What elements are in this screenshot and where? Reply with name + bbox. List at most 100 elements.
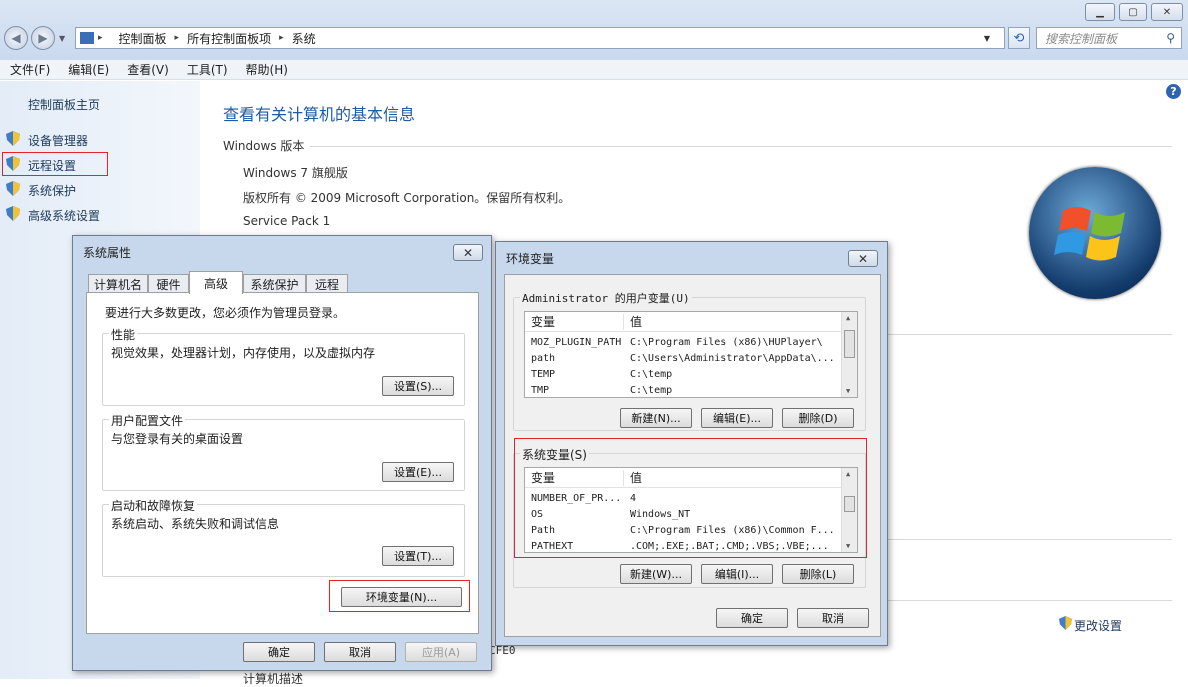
system-properties-dialog: 系统属性 ✕ 计算机名 硬件 高级 系统保护 远程 要进行大多数更改，您必须作为…	[72, 235, 492, 671]
shield-icon	[6, 181, 20, 196]
tab-remote[interactable]: 远程	[306, 274, 348, 293]
menu-tools[interactable]: 工具(T)	[177, 61, 236, 78]
shield-icon	[1059, 616, 1072, 630]
change-settings-link[interactable]: 更改设置	[1074, 617, 1122, 634]
forward-arrow-icon: ▶	[38, 31, 48, 45]
help-icon[interactable]: ?	[1166, 84, 1181, 99]
close-button[interactable]: ✕	[848, 250, 878, 267]
cancel-button[interactable]: 取消	[324, 642, 396, 662]
address-bar[interactable]: ▸ 控制面板 ▸ 所有控制面板项 ▸ 系统 ▼	[75, 27, 1005, 49]
refresh-button[interactable]: ⟲	[1008, 27, 1030, 49]
user-edit-button[interactable]: 编辑(E)...	[701, 408, 773, 428]
var-value: C:\Program Files (x86)\HUPlayer\	[630, 336, 823, 348]
maximize-button[interactable]: ▢	[1119, 3, 1147, 21]
control-panel-icon	[80, 32, 94, 44]
nav-system-protection[interactable]: 系统保护	[28, 182, 76, 199]
menu-bar: 文件(F) 编辑(E) 查看(V) 工具(T) 帮助(H)	[0, 60, 1188, 80]
var-value: C:\Users\Administrator\AppData\...	[630, 352, 835, 364]
highlight-box	[2, 152, 108, 176]
breadcrumb-separator-icon: ▸	[174, 33, 180, 43]
menu-help[interactable]: 帮助(H)	[236, 61, 296, 78]
back-arrow-icon: ◀	[11, 31, 21, 45]
service-pack: Service Pack 1	[243, 214, 331, 228]
nav-device-manager[interactable]: 设备管理器	[28, 132, 88, 149]
env-panel: Administrator 的用户变量(U) 变量 值 MOZ_PLUGIN_P…	[504, 274, 881, 637]
startup-settings-button[interactable]: 设置(T)...	[382, 546, 454, 566]
divider	[888, 539, 1172, 540]
scroll-thumb[interactable]	[844, 330, 855, 358]
startup-recovery-group: 启动和故障恢复 系统启动、系统失败和调试信息 设置(T)...	[102, 497, 465, 577]
close-icon: ✕	[462, 245, 474, 260]
tab-system-protection[interactable]: 系统保护	[243, 274, 306, 293]
column-value[interactable]: 值	[630, 313, 642, 330]
divider	[888, 334, 1172, 335]
scrollbar[interactable]: ▲ ▼	[841, 312, 857, 397]
breadcrumb-all-items[interactable]: 所有控制面板项	[187, 30, 271, 47]
list-row[interactable]: path C:\Users\Administrator\AppData\...	[525, 350, 843, 366]
group-title: Administrator 的用户变量(U)	[520, 290, 692, 306]
admin-note: 要进行大多数更改，您必须作为管理员登录。	[105, 306, 346, 320]
close-window-button[interactable]: ✕	[1151, 3, 1183, 21]
list-row[interactable]: MOZ_PLUGIN_PATH C:\Program Files (x86)\HU…	[525, 334, 843, 350]
system-new-button[interactable]: 新建(W)...	[620, 564, 692, 584]
search-placeholder: 搜索控制面板	[1045, 31, 1118, 46]
system-edit-button[interactable]: 编辑(I)...	[701, 564, 773, 584]
var-value: C:\temp	[630, 368, 673, 380]
apply-button[interactable]: 应用(A)	[405, 642, 477, 662]
menu-edit[interactable]: 编辑(E)	[58, 61, 117, 78]
breadcrumb-control-panel[interactable]: 控制面板	[119, 30, 167, 47]
highlight-box	[514, 438, 867, 558]
user-delete-button[interactable]: 删除(D)	[782, 408, 854, 428]
var-name: MOZ_PLUGIN_PATH	[531, 336, 622, 348]
ok-button[interactable]: 确定	[716, 608, 788, 628]
address-dropdown-icon[interactable]: ▼	[984, 34, 990, 43]
list-row[interactable]: TMP C:\temp	[525, 382, 843, 397]
group-desc: 视觉效果，处理器计划，内存使用，以及虚拟内存	[111, 346, 376, 360]
breadcrumb-system[interactable]: 系统	[292, 30, 316, 47]
var-value: C:\temp	[630, 384, 673, 396]
close-button[interactable]: ✕	[453, 244, 483, 261]
forward-button[interactable]: ▶	[31, 26, 55, 50]
menu-file[interactable]: 文件(F)	[0, 61, 58, 78]
nav-control-panel-home[interactable]: 控制面板主页	[28, 96, 100, 113]
user-variables-group: Administrator 的用户变量(U) 变量 值 MOZ_PLUGIN_P…	[513, 290, 866, 431]
environment-variables-dialog: 环境变量 ✕ Administrator 的用户变量(U) 变量 值 MOZ_P…	[495, 241, 888, 646]
group-desc: 系统启动、系统失败和调试信息	[111, 517, 280, 531]
list-header: 变量 值	[525, 312, 857, 332]
profile-settings-button[interactable]: 设置(E)...	[382, 462, 454, 482]
scroll-up-icon[interactable]: ▲	[846, 314, 850, 322]
menu-view[interactable]: 查看(V)	[117, 61, 177, 78]
breadcrumb-separator-icon: ▸	[279, 33, 284, 43]
search-icon[interactable]: ⚲	[1166, 31, 1175, 45]
dialog-title: 环境变量	[506, 252, 555, 266]
user-new-button[interactable]: 新建(N)...	[620, 408, 692, 428]
group-title: 用户配置文件	[109, 412, 186, 429]
back-button[interactable]: ◀	[4, 26, 28, 50]
tab-hardware[interactable]: 硬件	[148, 274, 189, 293]
search-input[interactable]: 搜索控制面板 ⚲	[1036, 27, 1182, 49]
tab-computer-name[interactable]: 计算机名	[88, 274, 148, 293]
nav-advanced-system-settings[interactable]: 高级系统设置	[28, 207, 100, 224]
edition-heading: Windows 版本	[223, 139, 305, 153]
user-variables-list[interactable]: 变量 值 MOZ_PLUGIN_PATH C:\Program Files (x8…	[524, 311, 858, 398]
var-name: TEMP	[531, 368, 556, 380]
divider	[888, 600, 1172, 601]
highlight-box	[329, 580, 470, 612]
recent-pages-icon[interactable]: ▼	[59, 34, 65, 43]
windows-logo	[1029, 167, 1161, 299]
scroll-down-icon[interactable]: ▼	[846, 387, 850, 395]
shield-icon	[6, 206, 20, 221]
ok-button[interactable]: 确定	[243, 642, 315, 662]
var-name: TMP	[531, 384, 550, 396]
list-row[interactable]: TEMP C:\temp	[525, 366, 843, 382]
page-title: 查看有关计算机的基本信息	[223, 105, 416, 124]
minimize-button[interactable]: ▁	[1085, 3, 1115, 21]
breadcrumb-separator-icon: ▸	[98, 33, 103, 43]
system-delete-button[interactable]: 删除(L)	[782, 564, 854, 584]
column-variable[interactable]: 变量	[531, 313, 555, 330]
performance-settings-button[interactable]: 设置(S)...	[382, 376, 454, 396]
cancel-button[interactable]: 取消	[797, 608, 869, 628]
close-icon: ✕	[1162, 6, 1172, 18]
tab-advanced[interactable]: 高级	[189, 271, 243, 294]
minimize-icon: ▁	[1096, 6, 1104, 18]
